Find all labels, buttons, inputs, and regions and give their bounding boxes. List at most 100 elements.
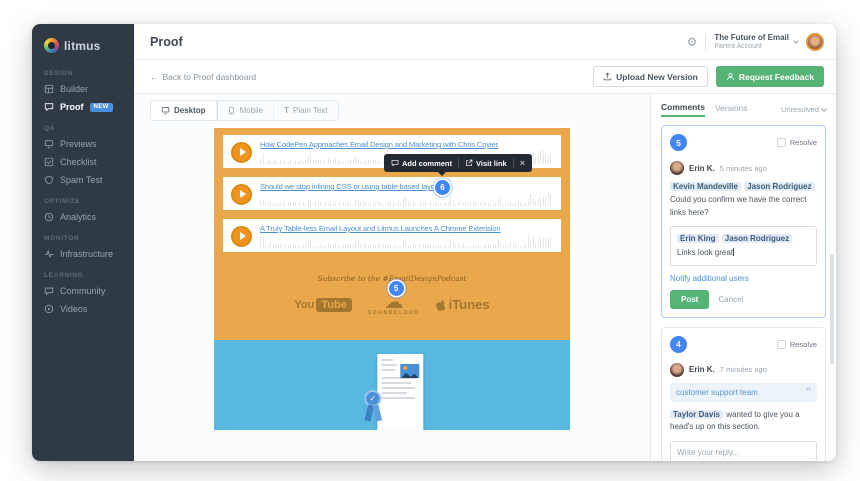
episode-link[interactable]: A Truly Table-less Email Layout and Litm…: [260, 224, 553, 233]
tab-label: Mobile: [239, 106, 264, 115]
sidebar-item-analytics[interactable]: Analytics: [32, 208, 134, 226]
soundcloud-logo[interactable]: ☁ SOUNDCLOUD: [368, 293, 420, 316]
comment-thread: 4 Resolve Erin K. 7 minutes ago customer…: [661, 326, 826, 461]
audio-waveform: [260, 193, 553, 206]
comment-pin-5[interactable]: 5: [388, 281, 404, 296]
builder-icon: [44, 84, 54, 94]
award-ribbon-icon: ✓: [364, 390, 383, 422]
mention-chip[interactable]: Kevin Mandeville: [670, 182, 741, 191]
content-row: Desktop Mobile T Plain Text Add comment …: [134, 94, 836, 461]
comment-tooltip: Add comment Visit link ×: [384, 154, 532, 176]
tab-versions[interactable]: Versions: [715, 103, 748, 116]
quote-text: customer support team: [676, 387, 758, 397]
nav-section-monitor: MONITOR: [44, 235, 80, 242]
sidebar-item-label: Checklist: [60, 157, 97, 167]
youtube-you-text: You: [294, 298, 315, 311]
comments-list: 5 Resolve Erin K. 5 minutes ago Kevin Ma…: [651, 122, 836, 461]
play-icon[interactable]: [231, 141, 252, 163]
tab-label: Plain Text: [293, 106, 328, 115]
new-badge: NEW: [89, 102, 113, 112]
mention-chip[interactable]: Jason Rodriguez: [744, 182, 815, 191]
tab-mobile[interactable]: Mobile: [217, 101, 275, 120]
proof-viewer: Desktop Mobile T Plain Text Add comment …: [134, 94, 650, 461]
tab-desktop[interactable]: Desktop: [151, 101, 217, 120]
sidebar: litmus DESIGN Builder Proof NEW QA Previ…: [32, 24, 134, 461]
episode-row: A Truly Table-less Email Layout and Litm…: [223, 219, 561, 252]
email-preview: Add comment Visit link × How CodePen App…: [214, 123, 570, 430]
youtube-logo[interactable]: You Tube: [294, 297, 352, 312]
account-switcher[interactable]: The Future of Email Parent Account: [714, 33, 799, 50]
illustration-image: [400, 364, 420, 378]
sidebar-item-previews[interactable]: Previews: [32, 135, 134, 153]
sidebar-item-infrastructure[interactable]: Infrastructure: [32, 245, 134, 263]
thread-pin[interactable]: 4: [670, 335, 687, 353]
episode-row: Should we stop inlining CSS or using tab…: [223, 177, 561, 210]
comments-panel-tabs: Comments Versions Unresolved: [651, 94, 836, 122]
main-area: Proof ⚙ The Future of Email Parent Accou…: [134, 24, 836, 461]
itunes-text: iTunes: [448, 297, 490, 312]
back-to-dashboard-link[interactable]: ← Back to Proof dashboard: [150, 72, 256, 82]
back-arrow-icon: ←: [150, 71, 159, 82]
itunes-logo[interactable]: iTunes: [435, 297, 490, 312]
tab-plain-text[interactable]: T Plain Text: [274, 101, 337, 120]
page-title: Proof: [150, 34, 183, 49]
comment-pin-6[interactable]: 6: [435, 180, 450, 195]
sidebar-item-videos[interactable]: Videos: [32, 300, 134, 318]
episode-link[interactable]: Should we stop inlining CSS or using tab…: [260, 182, 553, 191]
post-button[interactable]: Post: [670, 289, 710, 309]
email-footer-section: ✓: [214, 340, 570, 430]
episode-link[interactable]: How CodePen Approaches Email Design and …: [260, 140, 553, 149]
nav-section-design: DESIGN: [44, 70, 74, 77]
resolve-checkbox[interactable]: [776, 138, 786, 147]
analytics-icon: [44, 212, 54, 222]
scrollbar-thumb[interactable]: [830, 254, 834, 364]
tab-label: Desktop: [174, 106, 206, 115]
mention-chip[interactable]: Erin King: [677, 234, 719, 244]
previews-icon: [44, 139, 54, 149]
reply-draft-text: Links look great: [677, 247, 734, 257]
account-type: Parent Account: [714, 43, 762, 50]
checklist-icon: [44, 157, 54, 167]
resolve-checkbox[interactable]: [776, 339, 786, 349]
settings-icon[interactable]: ⚙: [687, 36, 698, 48]
sidebar-item-checklist[interactable]: Checklist: [32, 153, 134, 171]
user-avatar[interactable]: [806, 32, 824, 51]
audio-waveform: [260, 235, 553, 248]
notify-additional-users-link[interactable]: Notify additional users: [670, 274, 817, 283]
mention-chip[interactable]: Taylor Davis: [670, 409, 723, 419]
request-feedback-button[interactable]: Request Feedback: [715, 66, 824, 87]
close-icon[interactable]: ×: [520, 158, 525, 168]
proof-icon: [44, 102, 54, 112]
visit-link-button[interactable]: Visit link: [465, 159, 507, 168]
sidebar-item-label: Community: [60, 286, 106, 296]
sidebar-item-builder[interactable]: Builder: [32, 80, 134, 98]
desktop-icon: [161, 106, 170, 115]
sidebar-item-spam-test[interactable]: Spam Test: [32, 171, 134, 189]
sidebar-item-label: Builder: [60, 84, 89, 94]
preview-mode-tabs: Desktop Mobile T Plain Text: [150, 100, 339, 121]
cancel-button[interactable]: Cancel: [718, 295, 743, 304]
thread-pin[interactable]: 5: [670, 134, 687, 151]
nav-section-learning: LEARNING: [44, 272, 84, 279]
sidebar-item-community[interactable]: Community: [32, 282, 134, 300]
videos-icon: [44, 304, 54, 314]
upload-new-version-button[interactable]: Upload New Version: [593, 66, 708, 87]
request-button-label: Request Feedback: [738, 71, 814, 82]
nav-section-optimize: OPTIMIZE: [44, 198, 81, 205]
filter-dropdown[interactable]: Unresolved: [781, 105, 827, 114]
comment-text: Taylor Davis wanted to give you a head's…: [670, 409, 817, 435]
proof-toolbar: ← Back to Proof dashboard Upload New Ver…: [134, 60, 836, 94]
reply-input[interactable]: [670, 441, 817, 461]
play-icon[interactable]: [231, 225, 252, 247]
play-icon[interactable]: [231, 183, 252, 205]
reply-editor[interactable]: Erin King Jason Rodriguez Links look gre…: [670, 226, 817, 266]
comment-icon: [391, 159, 399, 167]
add-comment-button[interactable]: Add comment: [391, 159, 452, 168]
litmus-logo[interactable]: litmus: [32, 34, 134, 61]
community-icon: [44, 286, 54, 296]
mention-chip[interactable]: Jason Rodriguez: [721, 234, 793, 244]
tab-comments[interactable]: Comments: [661, 102, 705, 117]
sidebar-item-proof[interactable]: Proof NEW: [32, 98, 134, 116]
mobile-icon: [227, 106, 236, 115]
sidebar-item-label: Analytics: [60, 212, 97, 222]
